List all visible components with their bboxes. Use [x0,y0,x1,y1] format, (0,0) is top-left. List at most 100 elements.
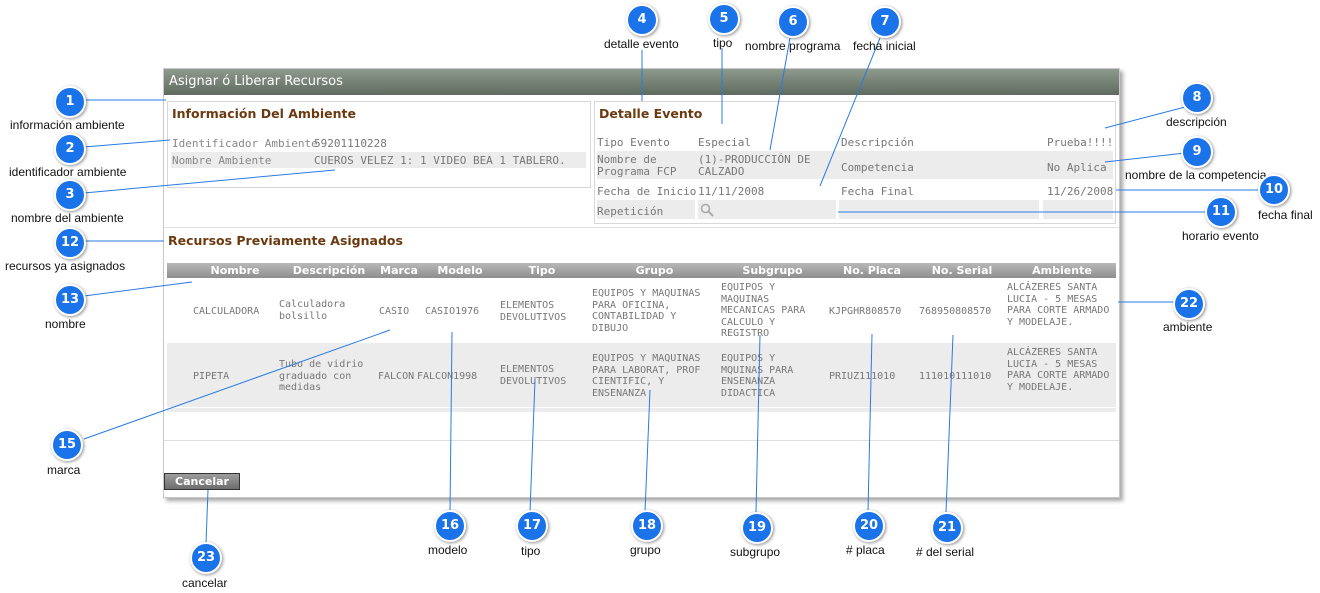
cell-grupo: EQUIPOS Y MAQUINAS PARA LABORAT, PROF CI… [592,353,701,399]
tipo-value: Especial [698,136,751,149]
environment-title: Información Del Ambiente [172,106,356,121]
env-id-label: Identificador Ambiente [172,137,318,150]
callout-label-21: # del serial [916,545,975,559]
callout-label-7: fecha inicial [853,39,916,53]
cell-tipo: ELEMENTOS DEVOLUTIVOS [500,300,567,323]
callout-badge-15: 15 [51,429,83,461]
cell-serial: 111010111010 [919,371,992,382]
callout-label-17: tipo [521,544,541,558]
col-tipo: Tipo [528,264,556,277]
programa-label: Nombre de Programa FCP [597,153,677,178]
resources-title: Recursos Previamente Asignados [168,233,403,248]
cell-subgrupo: EQUIPOS Y MAQUINAS MECANICAS PARA CALCUL… [721,282,806,339]
environment-panel: Información Del Ambiente Identificador A… [167,101,591,188]
callout-label-20: # placa [846,543,885,557]
row-bg [839,200,1039,219]
cancel-button[interactable]: Cancelar [164,473,240,490]
cell-grupo: EQUIPOS Y MAQUINAS PARA OFICINA, CONTABI… [592,288,701,334]
event-title: Detalle Evento [599,106,703,121]
col-grupo: Grupo [635,264,674,277]
callout-badge-19: 19 [741,512,773,544]
divider [164,227,1119,228]
col-placa: No. Placa [843,264,901,277]
cell-subgrupo: EQUIPOS Y MQUINAS PARA ENSENANZA DIDACTI… [721,353,794,399]
callout-badge-16: 16 [434,510,466,542]
cell-ambiente: ALCÁZERES SANTA LUCIA - 5 MESAS PARA COR… [1007,282,1110,328]
callout-label-1: información ambiente [10,118,125,132]
env-name-value: CUEROS VELEZ 1: 1 VIDEO BEA 1 TABLERO. [314,154,566,167]
cell-placa: PRIUZ111010 [829,371,896,382]
cell-nombre: CALCULADORA [193,306,260,317]
final-value: 11/26/2008 [1047,185,1114,198]
callout-badge-8: 8 [1181,82,1213,114]
callout-label-2: identificador ambiente [9,165,127,179]
cell-placa: KJPGHR808570 [829,306,902,317]
callout-label-4: detalle evento [604,37,679,51]
callout-badge-1: 1 [54,86,86,118]
divider [164,440,1119,441]
col-descripcion: Descripción [292,264,366,277]
callout-badge-2: 2 [54,133,86,165]
col-ambiente: Ambiente [1032,264,1092,277]
cell-modelo: FALCON1998 [417,371,478,382]
col-subgrupo: Subgrupo [742,264,803,277]
env-name-label: Nombre Ambiente [172,154,272,167]
inicio-label: Fecha de Inicio [597,185,697,198]
tipo-label: Tipo Evento [597,136,670,149]
callout-badge-18: 18 [631,510,663,542]
callout-label-13: nombre [45,317,86,331]
cell-descripcion: Tubo de vidrio graduado con medidas [279,359,364,393]
descripcion-value: Prueba!!!! [1047,136,1114,149]
callout-label-23: cancelar [182,576,228,590]
callout-badge-17: 17 [516,510,548,542]
repeticion-label: Repetición [597,205,664,218]
callout-label-6: nombre programa [745,39,841,53]
programa-value: (1)-PRODUCCIÓN DE CALZADO [698,153,811,178]
window-title: Asignar ó Liberar Recursos [164,69,1119,95]
final-label: Fecha Final [841,185,914,198]
callout-label-19: subgrupo [730,545,781,559]
callout-badge-9: 9 [1181,136,1213,168]
competencia-value: No Aplica [1047,161,1107,174]
inicio-value: 11/11/2008 [698,185,765,198]
callout-badge-20: 20 [853,510,885,542]
callout-label-12: recursos ya asignados [5,259,126,273]
descripcion-label: Descripción [841,136,914,149]
callout-badge-4: 4 [626,4,658,36]
callout-label-3: nombre del ambiente [11,211,124,225]
cell-modelo: CASIO1976 [425,306,480,317]
cell-nombre: PIPETA [193,371,230,382]
cell-marca: CASIO [379,306,410,317]
callout-label-11: horario evento [1182,229,1259,243]
cell-ambiente: ALCÁZERES SANTA LUCIA - 5 MESAS PARA COR… [1007,347,1110,393]
callout-label-10: fecha final [1258,208,1313,222]
callout-badge-22: 22 [1173,288,1205,320]
callout-badge-10: 10 [1258,174,1290,206]
col-nombre: Nombre [210,264,260,277]
cell-serial: 768950808570 [919,306,992,317]
assign-resources-window: Asignar ó Liberar Recursos Información D… [163,68,1120,498]
search-icon[interactable] [700,202,714,217]
callout-badge-7: 7 [869,6,901,38]
col-serial: No. Serial [931,264,993,277]
row-bg [1043,200,1113,219]
callout-badge-6: 6 [777,6,809,38]
callout-badge-3: 3 [54,179,86,211]
env-id-value: 59201110228 [314,137,387,150]
cell-marca: FALCON [378,371,415,382]
callout-label-18: grupo [630,543,661,557]
callout-badge-12: 12 [54,227,86,259]
resources-table-header: Nombre Descripción Marca Modelo Tipo Gru… [167,263,1116,278]
callout-badge-11: 11 [1205,196,1237,228]
col-modelo: Modelo [437,264,483,277]
cell-descripcion: Calculadora bolsillo [279,299,346,322]
callout-label-9: nombre de la competencia [1125,168,1267,182]
competencia-label: Competencia [841,161,914,174]
callout-label-5: tipo [713,36,733,50]
cell-tipo: ELEMENTOS DEVOLUTIVOS [500,364,567,387]
callout-label-16: modelo [428,543,468,557]
callout-label-22: ambiente [1163,320,1213,334]
table-row: CALCULADORA Calculadora bolsillo CASIO C… [167,279,1116,343]
callout-badge-13: 13 [54,284,86,316]
callout-label-8: descripción [1166,115,1227,129]
